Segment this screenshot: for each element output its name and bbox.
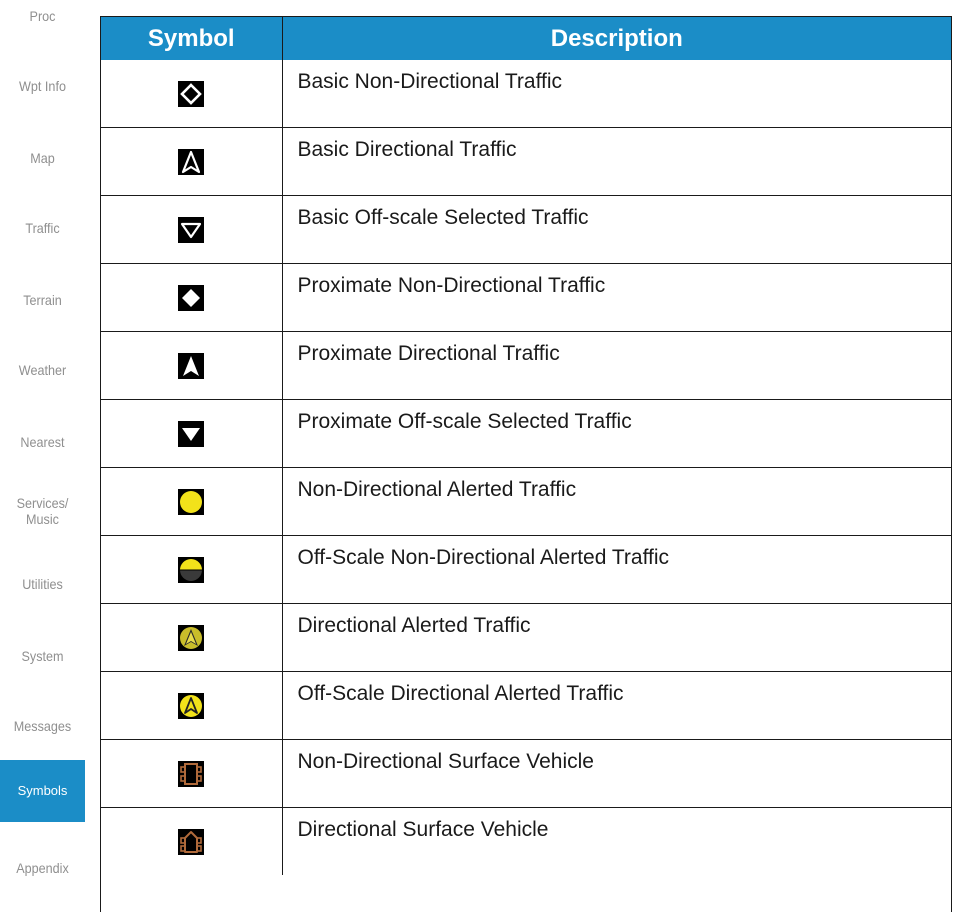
description-cell: Non-Directional Alerted Traffic (281, 467, 951, 536)
tab-messages[interactable]: Messages (4, 710, 81, 742)
table-header-row: Symbol Description (101, 17, 951, 60)
symbol-cell (101, 263, 282, 332)
description-text: Basic Non-Directional Traffic (297, 70, 563, 93)
description-cell: Proximate Off-scale Selected Traffic (281, 399, 951, 468)
description-text: Directional Alerted Traffic (297, 614, 531, 637)
directional-alerted-traffic-icon (178, 624, 205, 651)
symbols-table-container: Symbol Description Basic Non-Directional… (100, 16, 952, 912)
description-text: Basic Off-scale Selected Traffic (297, 206, 589, 229)
table-row: Directional Surface Vehicle (101, 807, 951, 875)
symbol-cell (101, 467, 282, 536)
table-row: Basic Directional Traffic (101, 127, 951, 196)
tab-wpt-info[interactable]: Wpt Info (4, 70, 81, 102)
tab-utilities[interactable]: Utilities (4, 568, 81, 600)
basic-off-scale-selected-traffic-icon (178, 216, 205, 243)
symbol-cell (101, 127, 282, 196)
symbol-cell (101, 60, 282, 128)
description-cell: Proximate Directional Traffic (281, 331, 951, 400)
description-cell: Basic Off-scale Selected Traffic (281, 195, 951, 264)
off-scale-non-directional-alerted-traffic-icon (178, 556, 205, 583)
description-text: Off-Scale Non-Directional Alerted Traffi… (297, 546, 670, 569)
side-tab-nav: Proc Wpt Info Map Traffic Terrain Weathe… (0, 0, 85, 912)
tab-services-music[interactable]: Services/ Music (4, 486, 81, 536)
basic-non-directional-traffic-icon (178, 80, 205, 107)
directional-surface-vehicle-icon (178, 828, 205, 855)
description-column-header: Description (281, 17, 951, 60)
table-row: Proximate Directional Traffic (101, 331, 951, 400)
off-scale-directional-alerted-traffic-icon (178, 692, 205, 719)
tab-symbols[interactable]: Symbols (0, 760, 85, 822)
non-directional-alerted-traffic-icon (178, 488, 205, 515)
table-row: Directional Alerted Traffic (101, 603, 951, 672)
proximate-directional-traffic-icon (178, 352, 205, 379)
tab-map[interactable]: Map (4, 142, 81, 174)
description-cell: Basic Non-Directional Traffic (281, 60, 951, 128)
tab-weather[interactable]: Weather (4, 354, 81, 386)
description-text: Proximate Directional Traffic (297, 342, 560, 365)
tab-proc[interactable]: Proc (4, 0, 81, 32)
symbol-cell (101, 807, 282, 875)
description-text: Non-Directional Surface Vehicle (297, 750, 594, 773)
symbol-cell (101, 603, 282, 672)
symbol-cell (101, 331, 282, 400)
symbol-cell (101, 399, 282, 468)
symbol-column-header: Symbol (101, 17, 282, 60)
table-row: Proximate Non-Directional Traffic (101, 263, 951, 332)
table-row: Non-Directional Alerted Traffic (101, 467, 951, 536)
proximate-off-scale-selected-traffic-icon (178, 420, 205, 447)
non-directional-surface-vehicle-icon (178, 760, 205, 787)
tab-traffic[interactable]: Traffic (4, 212, 81, 244)
description-cell: Non-Directional Surface Vehicle (281, 739, 951, 808)
description-cell: Basic Directional Traffic (281, 127, 951, 196)
basic-directional-traffic-icon (178, 148, 205, 175)
description-text: Basic Directional Traffic (297, 138, 517, 161)
symbols-table: Symbol Description Basic Non-Directional… (101, 17, 951, 875)
description-text: Proximate Off-scale Selected Traffic (297, 410, 632, 433)
description-cell: Off-Scale Directional Alerted Traffic (281, 671, 951, 740)
description-text: Off-Scale Directional Alerted Traffic (297, 682, 624, 705)
description-cell: Directional Surface Vehicle (281, 807, 951, 875)
proximate-non-directional-traffic-icon (178, 284, 205, 311)
table-row: Non-Directional Surface Vehicle (101, 739, 951, 808)
symbol-cell (101, 535, 282, 604)
table-row: Basic Non-Directional Traffic (101, 60, 951, 128)
tab-appendix[interactable]: Appendix (4, 852, 81, 884)
symbol-cell (101, 739, 282, 808)
description-cell: Proximate Non-Directional Traffic (281, 263, 951, 332)
description-cell: Directional Alerted Traffic (281, 603, 951, 672)
tab-terrain[interactable]: Terrain (4, 284, 81, 316)
description-cell: Off-Scale Non-Directional Alerted Traffi… (281, 535, 951, 604)
symbol-cell (101, 195, 282, 264)
tab-nearest[interactable]: Nearest (4, 426, 81, 458)
table-row: Proximate Off-scale Selected Traffic (101, 399, 951, 468)
tab-system[interactable]: System (4, 640, 81, 672)
description-text: Directional Surface Vehicle (297, 818, 549, 841)
description-text: Proximate Non-Directional Traffic (297, 274, 606, 297)
table-row: Basic Off-scale Selected Traffic (101, 195, 951, 264)
table-row: Off-Scale Non-Directional Alerted Traffi… (101, 535, 951, 604)
description-text: Non-Directional Alerted Traffic (297, 478, 577, 501)
table-row: Off-Scale Directional Alerted Traffic (101, 671, 951, 740)
symbol-cell (101, 671, 282, 740)
